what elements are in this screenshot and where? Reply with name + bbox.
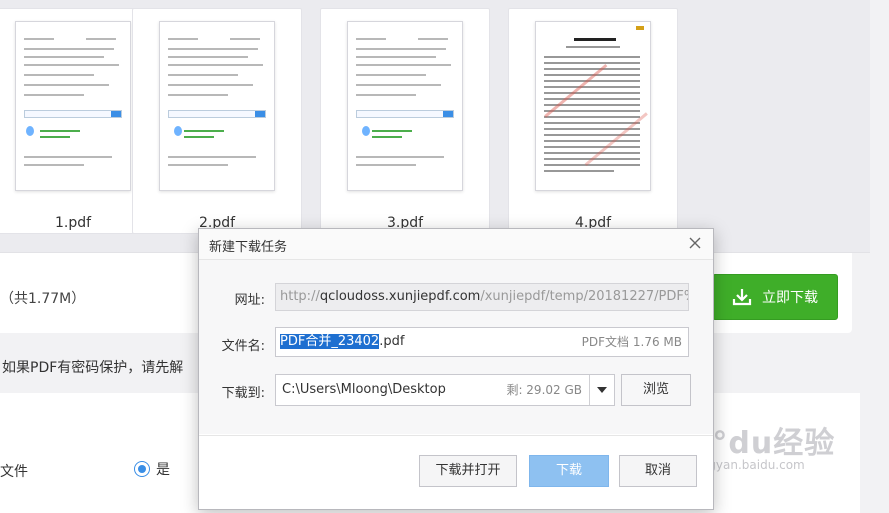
file-gallery: 1.pdf 2.pdf 3.pdf 4.pdf	[0, 0, 870, 253]
file-card[interactable]: 3.pdf	[320, 8, 490, 234]
url-field[interactable]: http://qcloudoss.xunjiepdf.com/xunjiepdf…	[275, 283, 689, 311]
radio-yes-label: 是	[156, 462, 170, 478]
filename-selected-text: PDF合并_23402	[280, 334, 380, 349]
filename-field[interactable]: PDF合并_23402.pdf PDF文档 1.76 MB	[275, 327, 689, 357]
filename-extension: .pdf	[379, 334, 405, 349]
chevron-down-icon[interactable]	[589, 375, 614, 405]
browse-button[interactable]: 浏览	[621, 374, 691, 406]
file-card[interactable]: 2.pdf	[132, 8, 302, 234]
download-now-label: 立即下载	[762, 290, 818, 306]
free-space: 剩: 29.02 GB	[506, 383, 582, 397]
download-and-open-button[interactable]: 下载并打开	[419, 455, 517, 487]
save-path: C:\Users\Mloong\Desktop	[282, 382, 446, 397]
file-card[interactable]: 4.pdf	[508, 8, 678, 234]
new-download-dialog: 新建下载任务 网址: http://qcloudoss.xunjiepdf.co…	[198, 228, 714, 510]
close-icon[interactable]	[687, 235, 703, 251]
file-thumbnail	[15, 21, 131, 191]
radio-selected-icon[interactable]	[134, 461, 150, 477]
saveto-label: 下载到:	[221, 386, 265, 401]
cancel-button[interactable]: 取消	[619, 455, 697, 487]
url-path: /xunjiepdf/temp/20181227/PDF%e5%90	[480, 289, 688, 304]
download-icon	[732, 288, 752, 306]
password-note: 如果PDF有密码保护，请先解	[2, 360, 184, 376]
url-prefix: http://	[280, 289, 320, 304]
file-type-size: PDF文档 1.76 MB	[581, 335, 682, 349]
url-label: 网址:	[234, 293, 265, 308]
download-now-button[interactable]: 立即下载	[712, 274, 838, 320]
file-thumbnail	[535, 21, 651, 191]
radio-yes[interactable]: 是	[134, 459, 170, 479]
download-button[interactable]: 下载	[529, 455, 609, 487]
merge-option-label: 文件	[0, 464, 28, 480]
url-host: qcloudoss.xunjiepdf.com	[319, 289, 481, 304]
dialog-header: 新建下载任务	[199, 229, 713, 260]
file-thumbnail	[159, 21, 275, 191]
filename-label: 文件名:	[221, 339, 265, 354]
total-size: （共1.77M）	[0, 291, 86, 307]
dialog-title: 新建下载任务	[209, 240, 288, 255]
save-path-field[interactable]: C:\Users\Mloong\Desktop 剩: 29.02 GB	[275, 374, 615, 406]
file-thumbnail	[347, 21, 463, 191]
